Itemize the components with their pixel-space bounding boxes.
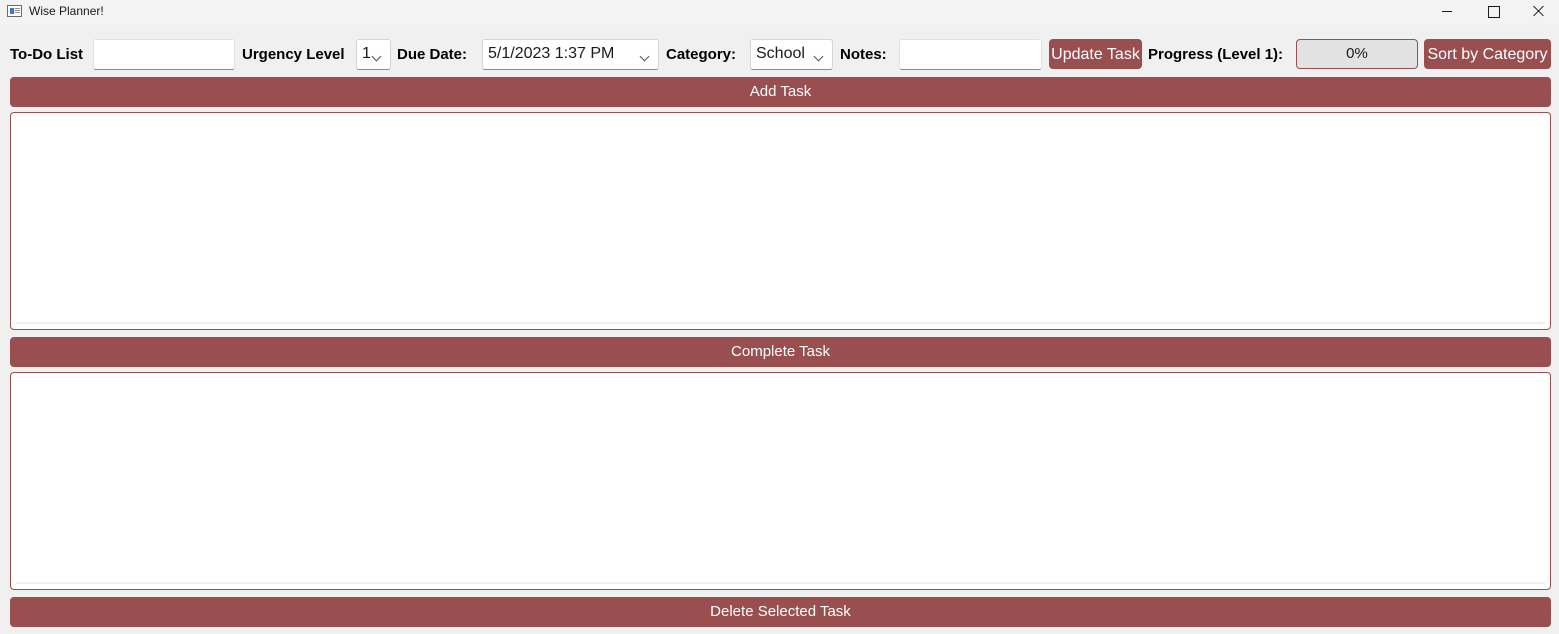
category-label: Category:: [666, 46, 737, 63]
urgency-select[interactable]: 1: [356, 39, 391, 70]
add-task-button[interactable]: Add Task: [10, 77, 1551, 107]
category-select[interactable]: School: [750, 39, 833, 70]
delete-selected-task-button[interactable]: Delete Selected Task: [10, 597, 1551, 627]
minimize-icon[interactable]: [1424, 0, 1470, 24]
urgency-label: Urgency Level: [242, 46, 345, 63]
maximize-icon[interactable]: [1470, 0, 1516, 24]
due-date-label: Due Date:: [397, 46, 468, 63]
complete-task-button[interactable]: Complete Task: [10, 337, 1551, 367]
notes-label: Notes:: [840, 46, 887, 63]
task-list[interactable]: [10, 112, 1551, 330]
close-icon[interactable]: [1516, 0, 1559, 24]
todo-label: To-Do List: [10, 46, 84, 63]
chevron-down-icon: [813, 44, 828, 64]
chevron-down-icon: [639, 44, 654, 64]
urgency-value: 1: [362, 45, 371, 62]
app-window-icon: [7, 5, 22, 17]
due-date-picker[interactable]: 5/1/2023 1:37 PM: [482, 39, 659, 70]
chevron-down-icon: [371, 44, 386, 64]
due-date-value: 5/1/2023 1:37 PM: [488, 45, 615, 62]
category-value: School: [756, 45, 805, 62]
task-list-items: [16, 118, 1545, 324]
todo-input[interactable]: [93, 39, 235, 70]
completed-task-list[interactable]: [10, 372, 1551, 590]
title-bar: Wise Planner!: [0, 0, 1559, 24]
update-task-button[interactable]: Update Task: [1049, 39, 1142, 69]
completed-task-list-items: [16, 378, 1545, 584]
sort-by-category-button[interactable]: Sort by Category: [1424, 39, 1551, 69]
progress-bar: 0%: [1296, 39, 1418, 69]
notes-input[interactable]: [899, 39, 1042, 70]
progress-label: Progress (Level 1):: [1148, 46, 1284, 63]
window-title: Wise Planner!: [29, 4, 104, 18]
